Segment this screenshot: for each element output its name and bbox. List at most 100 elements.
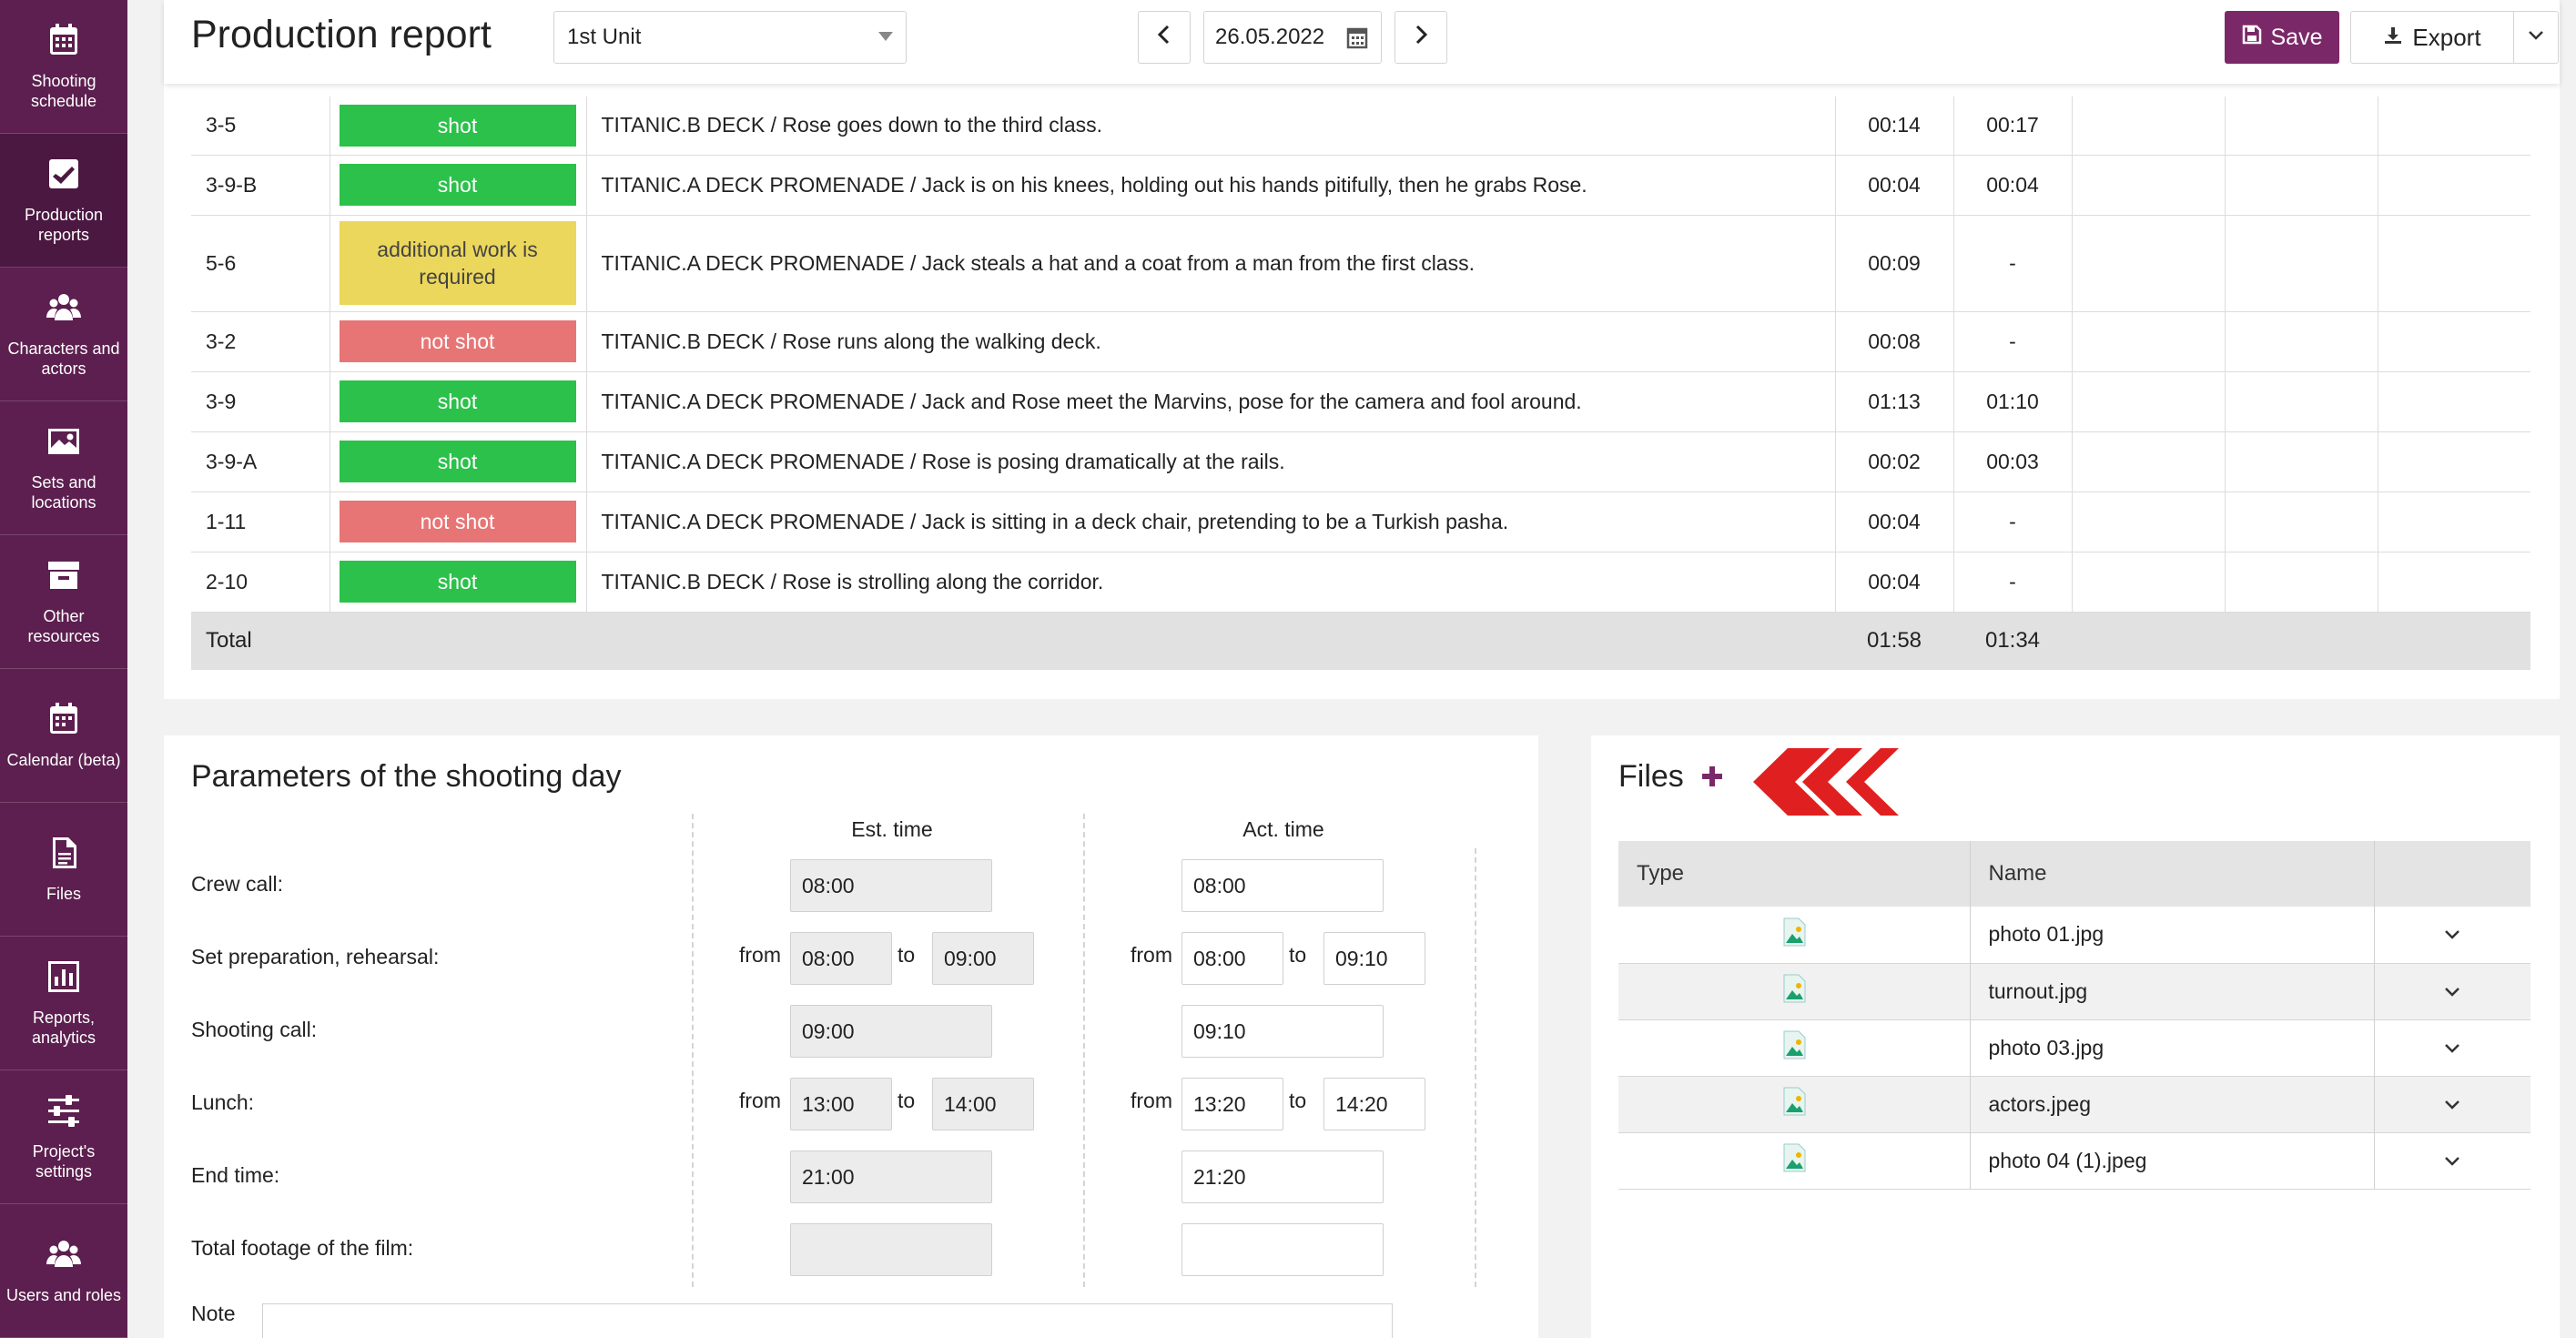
divider [692, 814, 694, 1287]
sidebar-item-calendar[interactable]: Calendar (beta) [0, 669, 127, 803]
scene-number-link[interactable]: 3-2 [191, 311, 330, 372]
scene-number-link[interactable]: 3-5 [191, 96, 330, 156]
status-badge[interactable]: shot [339, 104, 576, 147]
act-time: 00:17 [1952, 96, 2072, 156]
save-button[interactable]: Save [2225, 11, 2339, 64]
act-time: - [1952, 311, 2072, 372]
set-prep-label: Set preparation, rehearsal: [191, 945, 440, 968]
chevron-down-icon [878, 32, 893, 41]
file-row: actors.jpeg [1618, 1076, 2530, 1133]
status-badge[interactable]: additional work is required [339, 221, 576, 305]
scene-description: TITANIC.A DECK PROMENADE / Jack steals a… [585, 215, 1835, 312]
total-footage-est-input[interactable] [790, 1223, 992, 1276]
sidebar-item-project-settings[interactable]: Project's settings [0, 1070, 127, 1204]
file-actions-button[interactable] [2373, 1132, 2530, 1190]
end-time-est-input[interactable]: 21:00 [790, 1150, 992, 1203]
total-footage-act-input[interactable] [1182, 1223, 1384, 1276]
chevron-right-icon [1413, 24, 1429, 52]
file-actions-button[interactable] [2373, 963, 2530, 1020]
date-field[interactable]: 26.05.2022 [1203, 11, 1382, 64]
file-name[interactable]: photo 03.jpg [1969, 1019, 2374, 1077]
table-row: 3-9-B shot TITANIC.A DECK PROMENADE / Ja… [191, 155, 2530, 216]
empty-cell [2071, 96, 2225, 156]
unit-select[interactable]: 1st Unit [553, 11, 907, 64]
lunch-act-from-input[interactable]: 13:20 [1182, 1078, 1283, 1130]
status-badge[interactable]: shot [339, 380, 576, 422]
empty-cell [2071, 492, 2225, 552]
scene-description: TITANIC.B DECK / Rose runs along the wal… [585, 311, 1835, 372]
empty-cell [2224, 215, 2378, 312]
status-badge[interactable]: shot [339, 561, 576, 603]
crew-call-act-input[interactable]: 08:00 [1182, 859, 1384, 912]
crew-call-label: Crew call: [191, 872, 283, 896]
status-badge[interactable]: shot [339, 441, 576, 482]
calendar-icon[interactable] [1344, 25, 1370, 50]
scene-number-link[interactable]: 3-9-B [191, 155, 330, 216]
sidebar-item-label: Calendar (beta) [6, 751, 121, 769]
to-label: to [1289, 1089, 1307, 1112]
scene-number-link[interactable]: 3-9-A [191, 431, 330, 492]
sidebar-item-sets-locations[interactable]: Sets and locations [0, 401, 127, 535]
scene-number-link[interactable]: 1-11 [191, 492, 330, 552]
chevron-down-icon [2443, 922, 2461, 946]
sidebar-item-label: Production reports [24, 206, 104, 244]
act-time: - [1952, 492, 2072, 552]
date-value: 26.05.2022 [1215, 25, 1325, 49]
status-badge[interactable]: not shot [339, 501, 576, 542]
sidebar-item-other-resources[interactable]: Other resources [0, 535, 127, 669]
sidebar-item-files[interactable]: Files [0, 803, 127, 937]
file-name[interactable]: turnout.jpg [1969, 963, 2374, 1020]
empty-cell [2224, 552, 2378, 613]
sidebar-item-shooting-schedule[interactable]: Shooting schedule [0, 0, 127, 134]
set-prep-act-from-input[interactable]: 08:00 [1182, 932, 1283, 985]
chevron-down-icon [2443, 979, 2461, 1003]
act-time: - [1952, 215, 2072, 312]
shooting-call-act-input[interactable]: 09:10 [1182, 1005, 1384, 1058]
scene-number-link[interactable]: 3-9 [191, 371, 330, 432]
set-prep-est-from-input[interactable]: 08:00 [790, 932, 892, 985]
set-prep-est-to-input[interactable]: 09:00 [932, 932, 1034, 985]
file-row: photo 01.jpg [1618, 907, 2530, 964]
add-file-button[interactable] [1699, 763, 1726, 790]
image-file-icon [1782, 974, 1806, 1008]
status-badge[interactable]: shot [339, 164, 576, 206]
sidebar-item-users-roles[interactable]: Users and roles [0, 1204, 127, 1338]
file-name[interactable]: photo 01.jpg [1969, 907, 2374, 964]
lunch-act-to-input[interactable]: 14:20 [1323, 1078, 1425, 1130]
scene-number-link[interactable]: 2-10 [191, 552, 330, 613]
scene-number-link[interactable]: 5-6 [191, 215, 330, 312]
empty-cell [2072, 612, 2530, 670]
set-prep-act-to-input[interactable]: 09:10 [1323, 932, 1425, 985]
scene-description: TITANIC.A DECK PROMENADE / Jack is on hi… [585, 155, 1835, 216]
col-type-header[interactable]: Type [1618, 841, 1970, 907]
crew-call-est-input[interactable]: 08:00 [790, 859, 992, 912]
file-actions-button[interactable] [2373, 907, 2530, 964]
file-actions-button[interactable] [2373, 1076, 2530, 1133]
export-button[interactable]: Export [2350, 11, 2514, 64]
file-name[interactable]: photo 04 (1).jpeg [1969, 1132, 2374, 1190]
est-time: 01:13 [1834, 371, 1953, 432]
lunch-est-from-input[interactable]: 13:00 [790, 1078, 892, 1130]
sidebar-item-reports-analytics[interactable]: Reports, analytics [0, 937, 127, 1070]
page-header: Production report 1st Unit 26.05.2022 Sa… [164, 0, 2560, 84]
shooting-call-est-input[interactable]: 09:00 [790, 1005, 992, 1058]
sidebar-item-label: Reports, analytics [31, 1009, 96, 1047]
next-date-button[interactable] [1394, 11, 1447, 64]
export-options-button[interactable] [2513, 11, 2559, 64]
prev-date-button[interactable] [1138, 11, 1191, 64]
params-panel: Parameters of the shooting day Est. time… [164, 735, 1538, 1338]
lunch-est-to-input[interactable]: 14:00 [932, 1078, 1034, 1130]
sidebar-item-characters-actors[interactable]: Characters and actors [0, 268, 127, 401]
status-badge[interactable]: not shot [339, 320, 576, 362]
empty-cell [2224, 96, 2378, 156]
file-name[interactable]: actors.jpeg [1969, 1076, 2374, 1133]
col-name-header[interactable]: Name [1969, 841, 2374, 907]
table-row: 1-11 not shot TITANIC.A DECK PROMENADE /… [191, 492, 2530, 552]
total-row: Total 01:58 01:34 [191, 612, 2530, 670]
page-title: Production report [191, 13, 492, 56]
end-time-act-input[interactable]: 21:20 [1182, 1150, 1384, 1203]
note-textarea[interactable] [262, 1303, 1393, 1338]
double-chevron-left-icon [1751, 745, 1901, 824]
sidebar-item-production-reports[interactable]: Production reports [0, 134, 127, 268]
file-actions-button[interactable] [2373, 1019, 2530, 1077]
